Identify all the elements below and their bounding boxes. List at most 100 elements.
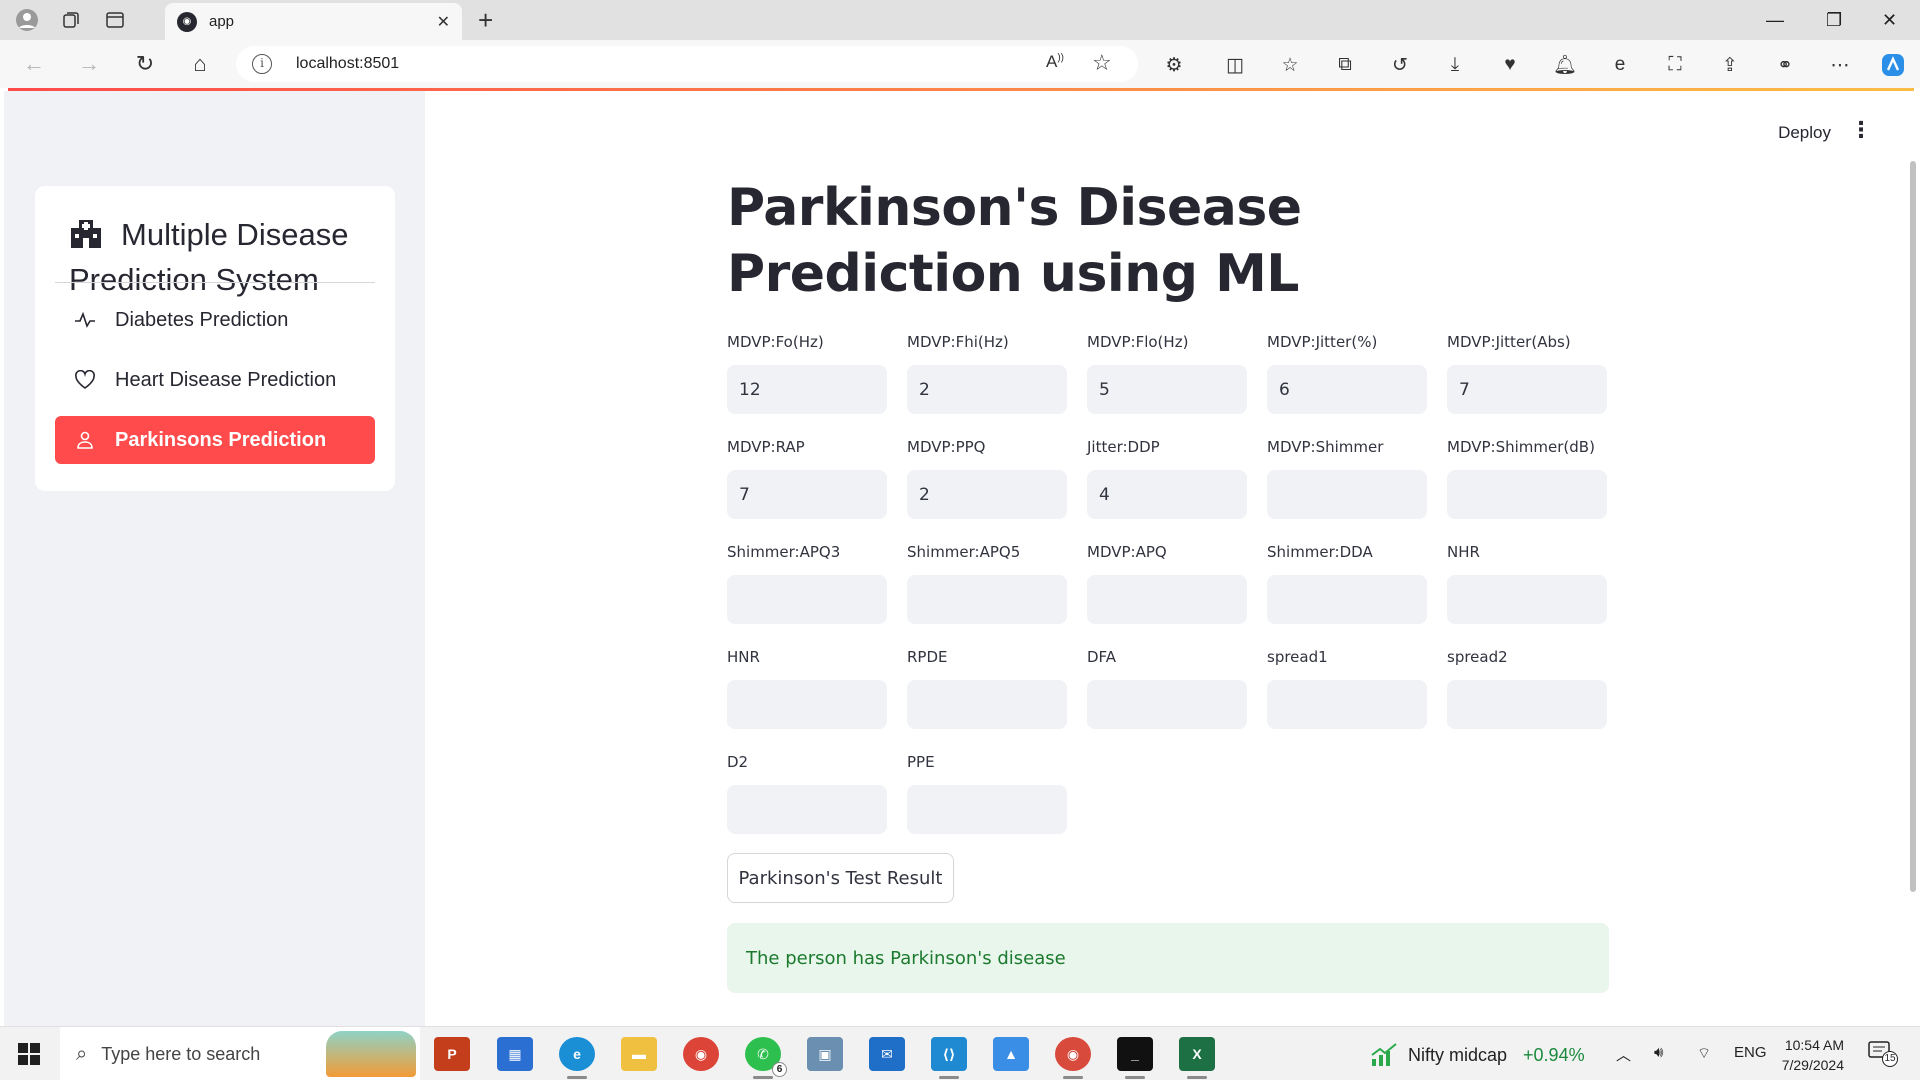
chrome-icon[interactable]: ◉ — [683, 1037, 719, 1071]
field-input[interactable] — [907, 680, 1067, 729]
excel-icon[interactable]: X — [1179, 1037, 1215, 1079]
field-input[interactable]: 6 — [1267, 365, 1427, 414]
whatsapp-icon[interactable]: ✆ 6 — [745, 1037, 787, 1079]
scrollbar[interactable] — [1910, 161, 1916, 892]
photos-icon[interactable]: ▣ — [807, 1037, 843, 1071]
field-input[interactable]: 4 — [1087, 470, 1247, 519]
number-field: MDVP:Jitter(%) 6 — [1267, 331, 1427, 414]
more-options-icon[interactable]: ⋯ — [1827, 52, 1853, 78]
field-input[interactable]: 7 — [1447, 365, 1607, 414]
taskbar-search[interactable]: ⌕ Type here to search — [60, 1027, 420, 1081]
field-label: MDVP:Flo(Hz) — [1087, 333, 1189, 351]
extensions-icon[interactable]: ⚙ — [1161, 52, 1187, 78]
copilot-icon[interactable] — [1880, 52, 1906, 78]
refresh-icon[interactable]: ↻ — [127, 50, 163, 78]
browser-essentials-icon[interactable]: ♥ — [1497, 52, 1523, 78]
history-icon[interactable]: ↺ — [1387, 52, 1413, 78]
back-icon[interactable]: ← — [16, 50, 52, 78]
field-label: MDVP:Jitter(%) — [1267, 333, 1378, 351]
volume-icon[interactable]: 🔊︎ — [1654, 1044, 1663, 1061]
field-label: Shimmer:DDA — [1267, 543, 1373, 561]
field-input[interactable] — [907, 575, 1067, 624]
field-input[interactable]: 5 — [1087, 365, 1247, 414]
field-input[interactable]: 2 — [907, 470, 1067, 519]
terminal-icon[interactable]: _ — [1117, 1037, 1153, 1079]
address-bar[interactable]: i localhost:8501 A)) ☆ — [236, 46, 1138, 82]
vertical-tabs-icon[interactable] — [98, 3, 132, 37]
menu-item-parkinsons[interactable]: Parkinsons Prediction — [55, 416, 375, 464]
microsoft-store-icon[interactable]: ▦ — [497, 1037, 533, 1071]
field-label: MDVP:APQ — [1087, 543, 1167, 561]
window-close-icon[interactable]: ✕ — [1882, 0, 1897, 40]
field-input[interactable] — [1267, 680, 1427, 729]
windows-start-icon[interactable] — [18, 1043, 40, 1065]
number-field: RPDE — [907, 646, 1067, 729]
stock-widget[interactable]: Nifty midcap +0.94% — [1370, 1043, 1585, 1067]
field-input[interactable] — [1087, 680, 1247, 729]
site-info-icon[interactable]: i — [252, 54, 272, 74]
menu-item-diabetes[interactable]: Diabetes Prediction — [55, 296, 375, 344]
favorites-icon[interactable]: ☆ — [1277, 52, 1303, 78]
field-input[interactable] — [1267, 470, 1427, 519]
clock[interactable]: 10:54 AM 7/29/2024 — [1770, 1035, 1844, 1075]
sidebar: Multiple Disease Prediction System Diabe… — [4, 91, 425, 1026]
home-icon[interactable]: ⌂ — [182, 50, 218, 78]
notifications-icon[interactable]: 🔔︎ — [1552, 52, 1578, 78]
result-message: The person has Parkinson's disease — [746, 947, 1066, 969]
field-input[interactable] — [1447, 680, 1607, 729]
number-field: MDVP:Fo(Hz) 12 — [727, 331, 887, 414]
field-input[interactable] — [1447, 470, 1607, 519]
wifi-icon[interactable]: ⌔ — [1697, 1044, 1711, 1063]
field-input[interactable] — [1447, 575, 1607, 624]
vscode-icon[interactable]: ⟨⟩ — [931, 1037, 967, 1079]
split-screen-icon[interactable]: ◫ — [1222, 52, 1248, 78]
number-field: PPE — [907, 751, 1067, 834]
url-text[interactable]: localhost:8501 — [296, 55, 399, 73]
powerpoint-icon[interactable]: P — [434, 1037, 470, 1071]
option-menu: Multiple Disease Prediction System Diabe… — [35, 186, 395, 491]
screenshot-icon[interactable]: ⛶ — [1662, 52, 1688, 78]
deploy-button[interactable]: Deploy — [1778, 123, 1831, 143]
file-explorer-icon[interactable]: ▬ — [621, 1037, 657, 1071]
field-input[interactable]: 12 — [727, 365, 887, 414]
test-result-button[interactable]: Parkinson's Test Result — [727, 853, 954, 903]
new-tab-icon[interactable]: + — [478, 6, 493, 34]
field-input[interactable]: 7 — [727, 470, 887, 519]
field-label: Shimmer:APQ3 — [727, 543, 841, 561]
field-input[interactable] — [907, 785, 1067, 834]
field-label: D2 — [727, 753, 749, 771]
ie-mode-icon[interactable]: e — [1607, 52, 1633, 78]
edge-icon[interactable]: e — [559, 1037, 595, 1079]
share-icon[interactable]: ⇪ — [1717, 52, 1743, 78]
language-indicator[interactable]: ENG — [1734, 1044, 1767, 1061]
tray-chevron-icon[interactable]: ︿ — [1616, 1044, 1631, 1065]
mail-icon[interactable]: ✉ — [869, 1037, 905, 1071]
collections-toolbar-icon[interactable]: ⧉ — [1332, 52, 1358, 78]
favorite-star-icon[interactable]: ☆ — [1092, 50, 1112, 76]
field-input[interactable] — [727, 575, 887, 624]
paint-icon[interactable]: ▲ — [993, 1037, 1029, 1071]
chrome-profile-icon[interactable]: ◉ — [1055, 1037, 1091, 1079]
downloads-icon[interactable]: ⤓ — [1442, 52, 1468, 78]
browser-tab-app[interactable]: ◉ app ✕ — [165, 3, 462, 40]
tab-close-icon[interactable]: ✕ — [437, 12, 450, 32]
field-input[interactable]: 2 — [907, 365, 1067, 414]
field-label: Jitter:DDP — [1087, 438, 1160, 456]
workspaces-icon[interactable]: ⚭ — [1772, 52, 1798, 78]
number-field: D2 — [727, 751, 887, 834]
restore-icon[interactable]: ❐ — [1826, 0, 1842, 40]
field-input[interactable] — [1087, 575, 1247, 624]
notification-center-icon[interactable]: 15 — [1868, 1041, 1898, 1067]
field-input[interactable] — [727, 680, 887, 729]
field-input[interactable] — [727, 785, 887, 834]
minimize-icon[interactable]: — — [1766, 0, 1784, 40]
profile-icon[interactable] — [10, 3, 44, 37]
menu-item-heart-disease[interactable]: Heart Disease Prediction — [55, 356, 375, 404]
field-input[interactable] — [1267, 575, 1427, 624]
tab-title: app — [209, 13, 235, 30]
main-menu-icon[interactable]: ⋮ — [1850, 119, 1872, 141]
collections-icon[interactable] — [54, 3, 88, 37]
read-aloud-icon[interactable]: A)) — [1046, 52, 1064, 72]
forward-icon[interactable]: → — [71, 50, 107, 78]
stock-change: +0.94% — [1523, 1044, 1585, 1065]
